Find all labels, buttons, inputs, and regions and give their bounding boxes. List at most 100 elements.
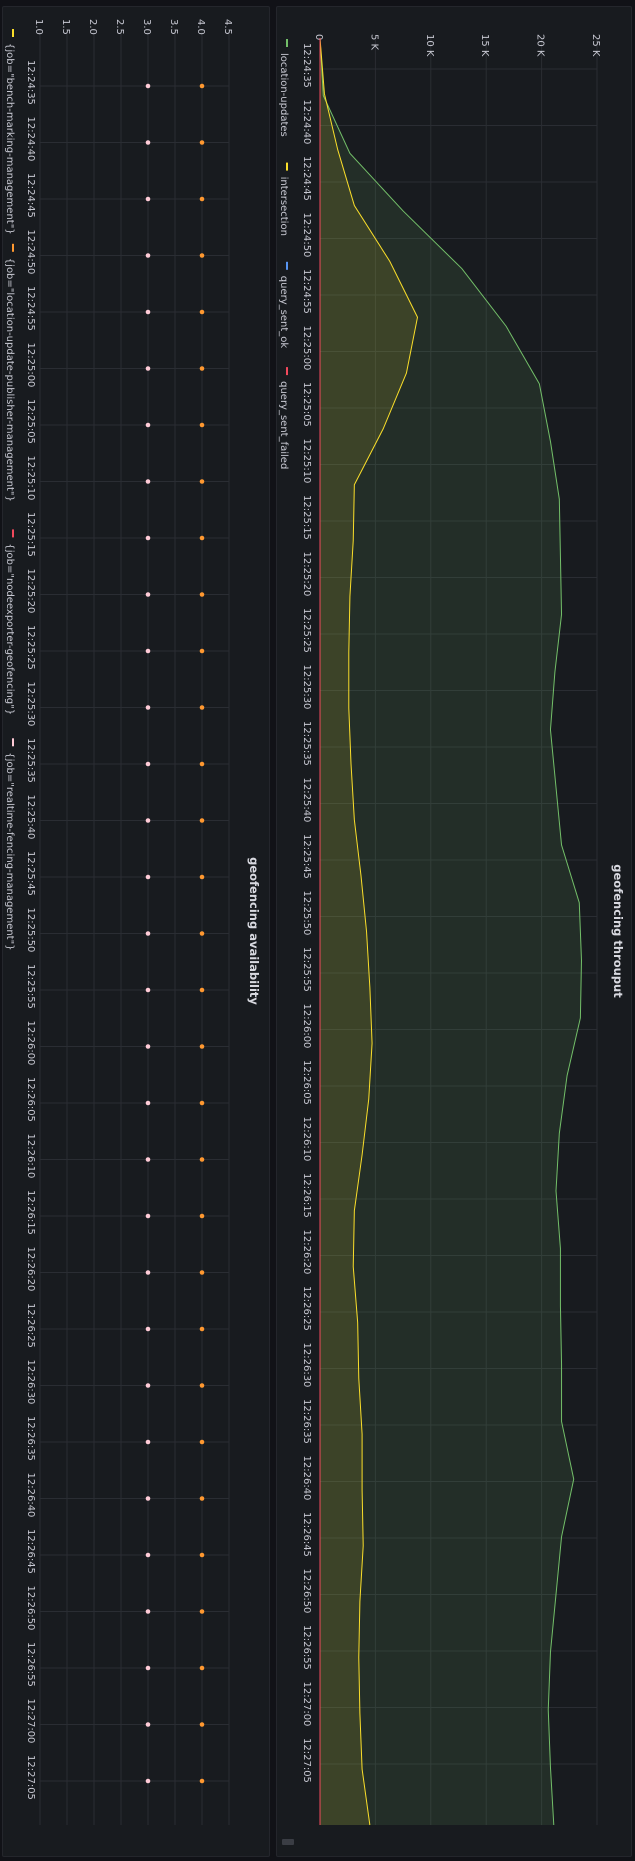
data-point bbox=[145, 592, 151, 597]
time-tick-label: 12:24:35 bbox=[25, 60, 36, 105]
data-point bbox=[145, 479, 151, 484]
legend-item-label: {job="location-update-publisher-manageme… bbox=[4, 258, 15, 502]
time-tick-label: 12:25:30 bbox=[301, 665, 312, 710]
data-point bbox=[199, 592, 205, 597]
time-tick-label: 12:26:55 bbox=[301, 1625, 312, 1670]
data-point bbox=[199, 253, 205, 258]
data-point bbox=[199, 1213, 205, 1219]
availability-plot: 1.0 1.5 2.0 2.5 3.0 3.5 4.0 4.5 12:24:35 12:24:40… bbox=[4, 19, 261, 1825]
data-point bbox=[145, 1496, 151, 1501]
data-point bbox=[145, 818, 151, 823]
throughput-plot: 0 5 K 10 K 15 K 20 K 25 K 12:24:35 12:24:40 12:2… bbox=[278, 34, 625, 1845]
value-tick-label: 0 bbox=[313, 34, 324, 40]
time-tick-label: 12:27:05 bbox=[301, 1738, 312, 1783]
time-tick-label: 12:26:10 bbox=[25, 1134, 36, 1179]
data-point bbox=[145, 366, 151, 371]
time-tick-label: 12:26:25 bbox=[25, 1303, 36, 1348]
time-tick-label: 12:26:40 bbox=[25, 1473, 36, 1518]
value-tick-label: 4.5 bbox=[222, 19, 233, 35]
time-tick-label: 12:26:20 bbox=[301, 1230, 312, 1275]
data-point bbox=[145, 1213, 151, 1219]
time-tick-label: 12:24:55 bbox=[25, 286, 36, 331]
time-tick-label: 12:26:35 bbox=[25, 1416, 36, 1461]
data-point bbox=[145, 422, 151, 428]
data-point bbox=[199, 1778, 205, 1784]
legend-item-label: {job="bench-marking-management"} bbox=[4, 43, 15, 235]
time-tick-label: 12:25:40 bbox=[25, 795, 36, 840]
data-point bbox=[199, 761, 205, 767]
data-point bbox=[145, 1778, 151, 1784]
data-point bbox=[145, 1665, 151, 1671]
legend-item-label: location-updates bbox=[278, 53, 289, 137]
data-point bbox=[199, 366, 205, 371]
legend-item-label: {job="nodeexporter-geofencing"} bbox=[4, 543, 15, 715]
time-tick-label: 12:26:00 bbox=[301, 1004, 312, 1049]
time-tick-label: 12:25:55 bbox=[25, 964, 36, 1009]
data-point bbox=[199, 818, 205, 823]
data-point bbox=[199, 535, 205, 541]
data-point bbox=[145, 1100, 151, 1106]
time-tick-label: 12:24:35 bbox=[301, 43, 312, 88]
data-point bbox=[199, 1552, 205, 1558]
time-tick-label: 12:25:15 bbox=[25, 512, 36, 557]
time-tick-label: 12:25:05 bbox=[25, 399, 36, 444]
data-point bbox=[199, 1383, 205, 1388]
value-tick-label: 10 K bbox=[424, 34, 435, 57]
time-tick-label: 12:24:50 bbox=[25, 230, 36, 275]
time-tick-label: 12:24:40 bbox=[301, 100, 312, 145]
value-tick-label: 20 K bbox=[535, 34, 546, 57]
time-tick-label: 12:27:00 bbox=[301, 1682, 312, 1727]
data-point bbox=[199, 648, 205, 654]
value-tick-label: 25 K bbox=[590, 34, 601, 57]
time-tick-label: 12:24:50 bbox=[301, 213, 312, 258]
time-tick-label: 12:25:55 bbox=[301, 947, 312, 992]
time-tick-label: 12:25:40 bbox=[301, 778, 312, 823]
data-point bbox=[199, 1439, 205, 1445]
data-point bbox=[145, 761, 151, 767]
value-tick-label: 5 K bbox=[368, 34, 379, 51]
throughput-chart: 0 5 K 10 K 15 K 20 K 25 K 12:24:35 12:24:40 12:2… bbox=[278, 34, 625, 1845]
time-tick-label: 12:26:30 bbox=[301, 1343, 312, 1388]
time-tick-label: 12:25:20 bbox=[301, 552, 312, 597]
availability-panel: 1.0 1.5 2.0 2.5 3.0 3.5 4.0 4.5 12:24:35 12:24:40… bbox=[2, 6, 270, 1857]
data-point bbox=[145, 1383, 151, 1388]
time-tick-label: 12:24:55 bbox=[301, 269, 312, 314]
value-tick-label: 2.5 bbox=[114, 19, 125, 35]
value-tick-label: 2.0 bbox=[87, 19, 98, 35]
legend-item-label: intersection bbox=[278, 177, 289, 236]
data-point bbox=[199, 1100, 205, 1106]
data-point bbox=[145, 931, 151, 936]
data-point bbox=[199, 1326, 205, 1332]
throughput-panel: 0 5 K 10 K 15 K 20 K 25 K 12:24:35 12:24:40 12:2… bbox=[276, 6, 632, 1857]
time-tick-label: 12:25:35 bbox=[25, 738, 36, 783]
data-point bbox=[199, 1665, 205, 1671]
data-point bbox=[145, 1609, 151, 1614]
data-point bbox=[199, 1722, 205, 1727]
time-tick-label: 12:26:35 bbox=[301, 1399, 312, 1444]
data-point bbox=[145, 1552, 151, 1558]
data-point bbox=[199, 422, 205, 428]
time-tick-label: 12:25:45 bbox=[25, 851, 36, 896]
data-point bbox=[145, 1044, 151, 1049]
data-point bbox=[199, 479, 205, 484]
data-point bbox=[145, 874, 151, 880]
time-tick-label: 12:24:45 bbox=[301, 156, 312, 201]
data-point bbox=[199, 196, 205, 202]
data-point bbox=[199, 83, 205, 89]
data-point bbox=[145, 140, 151, 145]
time-tick-label: 12:26:20 bbox=[25, 1247, 36, 1292]
value-tick-label: 4.0 bbox=[195, 19, 206, 35]
data-point bbox=[199, 1044, 205, 1049]
time-tick-label: 12:25:05 bbox=[301, 382, 312, 427]
time-tick-label: 12:26:50 bbox=[301, 1569, 312, 1614]
time-tick-label: 12:26:10 bbox=[301, 1117, 312, 1162]
value-tick-label: 1.0 bbox=[33, 19, 44, 35]
data-point bbox=[145, 196, 151, 202]
panel-resize-handle bbox=[282, 1839, 294, 1845]
data-point bbox=[199, 931, 205, 936]
data-point bbox=[199, 1609, 205, 1614]
time-tick-label: 12:25:15 bbox=[301, 495, 312, 540]
data-point bbox=[145, 1157, 151, 1162]
time-tick-label: 12:24:40 bbox=[25, 117, 36, 162]
data-point bbox=[145, 1326, 151, 1332]
